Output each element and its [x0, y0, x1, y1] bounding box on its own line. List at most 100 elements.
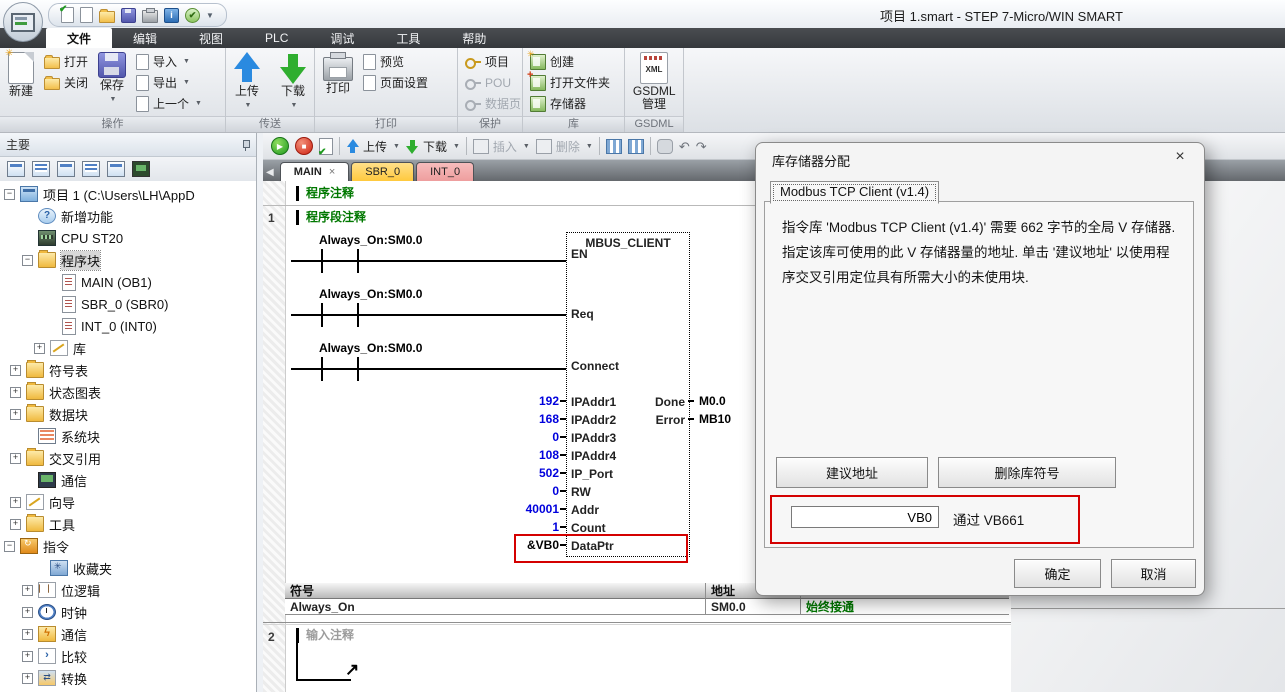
tab-int0[interactable]: INT_0 [416, 162, 474, 181]
upload-button[interactable]: 上传 [229, 51, 265, 113]
menu-tab-tools[interactable]: 工具 [375, 28, 441, 48]
expand-icon[interactable] [34, 343, 45, 354]
print-icon[interactable] [142, 10, 158, 23]
address-input[interactable] [791, 506, 939, 528]
tree-item-bit-logic[interactable]: 位逻辑 [0, 579, 256, 601]
open-library-folder-button[interactable]: 打开文件夹 [527, 72, 613, 93]
application-button[interactable] [3, 2, 43, 42]
export-button[interactable]: 导出 [133, 72, 205, 93]
page-setup-button[interactable]: 页面设置 [360, 72, 431, 93]
collapse-icon[interactable] [4, 189, 15, 200]
save-dropdown-icon[interactable] [110, 93, 117, 106]
param-value[interactable]: 502 [493, 466, 559, 480]
cancel-button[interactable]: 取消 [1111, 559, 1196, 588]
delete-button[interactable]: 删除 [536, 138, 593, 155]
output-value[interactable]: M0.0 [699, 394, 726, 408]
dialog-tab-modbus[interactable]: Modbus TCP Client (v1.4) [770, 181, 939, 204]
program-status-icon[interactable] [606, 139, 622, 154]
tree-item-wizard[interactable]: 向导 [0, 491, 256, 513]
contact-bar-icon[interactable] [357, 303, 359, 327]
expand-icon[interactable] [10, 365, 21, 376]
import-button[interactable]: 导入 [133, 51, 205, 72]
param-value[interactable]: 108 [493, 448, 559, 462]
tree-item-int0[interactable]: INT_0 (INT0) [0, 315, 256, 337]
insert-button[interactable]: 插入 [473, 138, 530, 155]
expand-icon[interactable] [10, 453, 21, 464]
tree-item-tools[interactable]: 工具 [0, 513, 256, 535]
mbus-client-block[interactable]: MBUS_CLIENT EN Req Connect IPAddr1 IPAdd… [566, 232, 690, 557]
communication-shortcut-icon[interactable] [132, 161, 150, 177]
tree-item-comm-instructions[interactable]: 通信 [0, 623, 256, 645]
tree-item-convert[interactable]: 转换 [0, 667, 256, 689]
contact-label[interactable]: Always_On:SM0.0 [319, 341, 422, 355]
menu-tab-help[interactable]: 帮助 [441, 28, 507, 48]
new-document-icon[interactable] [80, 7, 93, 23]
menu-tab-edit[interactable]: 编辑 [112, 28, 178, 48]
tree-item-system-block[interactable]: 系统块 [0, 425, 256, 447]
system-block-shortcut-icon[interactable] [82, 161, 100, 177]
tree-item-instructions[interactable]: 指令 [0, 535, 256, 557]
contact-bar-icon[interactable] [321, 357, 323, 381]
contact-bar-icon[interactable] [321, 249, 323, 273]
tree-item-main-ob1[interactable]: MAIN (OB1) [0, 271, 256, 293]
redo-icon[interactable]: ↷ [696, 140, 707, 153]
expand-icon[interactable] [10, 387, 21, 398]
tree-item-project[interactable]: 项目 1 (C:\Users\LH\AppD [0, 183, 256, 205]
stop-icon[interactable]: ■ [295, 137, 313, 155]
pin-icon[interactable] [241, 140, 250, 149]
ok-check-icon[interactable] [185, 8, 200, 23]
output-value[interactable]: MB10 [699, 412, 731, 426]
symbol-table-row[interactable]: Always_On SM0.0 始终接通 [285, 599, 1009, 615]
gsdml-manage-button[interactable]: GSDML 管理 [629, 51, 679, 112]
close-button[interactable]: 关闭 [41, 72, 91, 93]
param-value[interactable]: 1 [493, 520, 559, 534]
upload-caret-icon[interactable] [393, 143, 400, 150]
menu-tab-file[interactable]: 文件 [46, 28, 112, 48]
tree-item-program-block[interactable]: 程序块 [0, 249, 256, 271]
tree-item-favorites[interactable]: 收藏夹 [0, 557, 256, 579]
contact-bar-icon[interactable] [357, 249, 359, 273]
tree-item-library[interactable]: 库 [0, 337, 256, 359]
qat-dropdown-icon[interactable]: ▼ [206, 11, 214, 20]
expand-icon[interactable] [10, 519, 21, 530]
download-button[interactable]: 下载 [275, 51, 311, 113]
run-icon[interactable]: ▶ [271, 137, 289, 155]
preview-button[interactable]: 预览 [360, 51, 431, 72]
import-dropdown-icon[interactable] [183, 58, 190, 65]
menu-tab-plc[interactable]: PLC [244, 28, 309, 48]
open-folder-icon[interactable] [99, 11, 115, 23]
tab-main[interactable]: MAIN× [280, 162, 350, 181]
expand-icon[interactable] [22, 673, 33, 684]
download-caret-icon[interactable] [453, 143, 460, 150]
download-dropdown-icon[interactable] [291, 99, 298, 112]
expand-icon[interactable] [10, 497, 21, 508]
contact-bar-icon[interactable] [321, 303, 323, 327]
protect-project-button[interactable]: 项目 [462, 51, 524, 72]
tab-scroll-left-icon[interactable]: ◀ [266, 167, 274, 178]
dialog-close-icon[interactable]: × [1170, 148, 1190, 166]
network2-comment[interactable]: 输入注释 [296, 628, 354, 643]
expand-icon[interactable] [22, 585, 33, 596]
previous-dropdown-icon[interactable] [195, 100, 202, 107]
library-memory-button[interactable]: 存储器 [527, 93, 613, 114]
collapse-icon[interactable] [22, 255, 33, 266]
open-button[interactable]: 打开 [41, 51, 91, 72]
compile-check-icon[interactable] [61, 7, 74, 23]
param-value[interactable]: 40001 [493, 502, 559, 516]
tree-item-compare[interactable]: 比较 [0, 645, 256, 667]
contact-bar-icon[interactable] [357, 357, 359, 381]
save-button[interactable]: 保存 [94, 51, 130, 107]
export-dropdown-icon[interactable] [183, 79, 190, 86]
contact-label[interactable]: Always_On:SM0.0 [319, 287, 422, 301]
param-value[interactable]: 168 [493, 412, 559, 426]
network-comment[interactable]: 程序段注释 [296, 210, 366, 225]
compile-icon[interactable] [319, 138, 333, 155]
save-icon[interactable] [121, 8, 136, 23]
param-value[interactable]: 0 [493, 484, 559, 498]
cross-reference-shortcut-icon[interactable] [107, 161, 125, 177]
param-value[interactable]: 192 [493, 394, 559, 408]
menu-tab-debug[interactable]: 调试 [309, 28, 375, 48]
protect-pou-button[interactable]: POU [462, 72, 524, 93]
tree-item-data-block[interactable]: 数据块 [0, 403, 256, 425]
print-button[interactable]: 打印 [319, 51, 357, 96]
